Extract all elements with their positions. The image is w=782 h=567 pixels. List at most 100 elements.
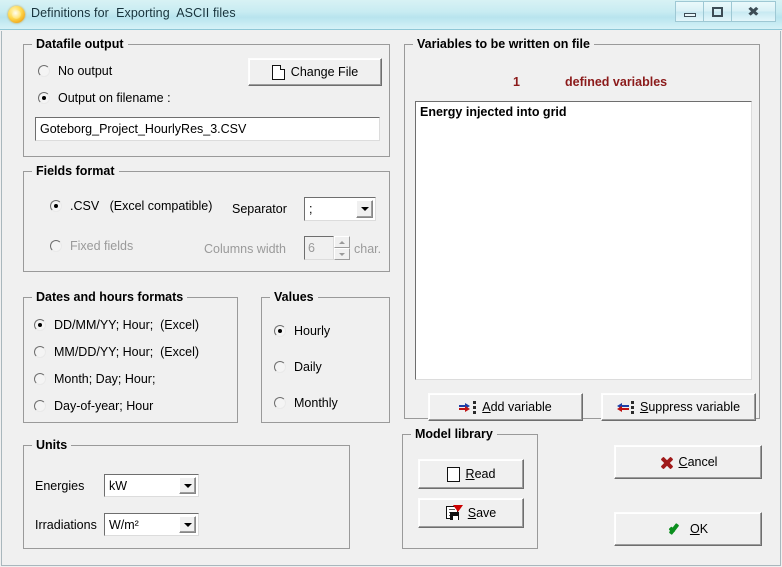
- read-rest: ead: [474, 467, 496, 481]
- list-item[interactable]: Energy injected into grid: [416, 102, 751, 119]
- radio-month-day-hour-label: Month; Day; Hour;: [54, 372, 156, 386]
- radio-hourly[interactable]: Hourly: [274, 324, 330, 338]
- radio-hourly-indicator: [274, 325, 286, 337]
- add-variable-accel: A: [482, 400, 491, 414]
- radio-ddmmyy-label: DD/MM/YY; Hour; (Excel): [54, 318, 200, 332]
- irradiations-label: Irradiations: [35, 518, 97, 532]
- fields-format-legend: Fields format: [32, 164, 119, 178]
- radio-mmddyy[interactable]: MM/DD/YY; Hour; (Excel): [34, 345, 199, 359]
- model-library-legend: Model library: [411, 427, 497, 441]
- radio-mmddyy-label: MM/DD/YY; Hour; (Excel): [54, 345, 200, 359]
- radio-daily[interactable]: Daily: [274, 360, 322, 374]
- checkmark-icon: [668, 522, 684, 536]
- dialog-window: Definitions for Exporting ASCII files ✖ …: [0, 0, 782, 567]
- radio-month-day-hour-indicator: [34, 373, 46, 385]
- radio-csv-indicator: [50, 200, 62, 212]
- energies-label: Energies: [35, 479, 85, 493]
- stepper-down-icon[interactable]: [334, 248, 350, 260]
- radio-fixed-fields[interactable]: Fixed fields: [50, 239, 133, 253]
- ok-button-label: OK: [690, 522, 708, 536]
- radio-daily-indicator: [274, 361, 286, 373]
- suppress-variable-button[interactable]: Suppress variable: [601, 393, 756, 421]
- stepper-up-icon[interactable]: [334, 236, 350, 248]
- separator-value: ;: [309, 202, 313, 216]
- add-variable-button-label: Add variable: [482, 400, 552, 414]
- energies-value: kW: [109, 478, 128, 493]
- chevron-down-icon[interactable]: [179, 477, 196, 494]
- change-file-button-label: Change File: [290, 65, 359, 79]
- read-accel: R: [465, 467, 475, 481]
- values-group: Values Hourly Daily Monthly: [261, 290, 390, 423]
- change-file-button[interactable]: Change File: [248, 58, 382, 88]
- model-library-group: Model library Read Save: [402, 427, 538, 549]
- dates-hours-legend: Dates and hours formats: [32, 290, 188, 304]
- document-save-icon: [445, 504, 463, 521]
- close-icon: ✖: [747, 4, 760, 19]
- units-group: Units Energies kW Irradiations W/m²: [23, 438, 350, 549]
- values-legend: Values: [270, 290, 318, 304]
- save-rest: ave: [476, 506, 497, 520]
- columns-width-value[interactable]: 6: [304, 236, 334, 260]
- close-x-icon: [659, 455, 673, 469]
- fields-format-group: Fields format .CSV (Excel compatible) Se…: [23, 164, 390, 272]
- maximize-icon: [712, 6, 723, 17]
- cancel-accel: C: [678, 455, 688, 469]
- add-arrow-icon: [459, 400, 477, 414]
- ok-button[interactable]: OK: [614, 512, 762, 546]
- radio-output-on-filename[interactable]: Output on filename :: [38, 91, 171, 105]
- columns-width-stepper[interactable]: 6: [304, 236, 351, 260]
- variables-group: Variables to be written on file 1 define…: [404, 37, 760, 421]
- irradiations-value: W/m²: [109, 517, 139, 532]
- variables-legend: Variables to be written on file: [413, 37, 594, 51]
- datafile-output-group: Datafile output No output Output on file…: [23, 37, 390, 157]
- cancel-button[interactable]: Cancel: [614, 445, 762, 479]
- radio-ddmmyy[interactable]: DD/MM/YY; Hour; (Excel): [34, 318, 199, 332]
- read-button[interactable]: Read: [418, 459, 524, 489]
- save-accel: S: [467, 506, 477, 520]
- variables-listbox[interactable]: Energy injected into grid: [415, 101, 752, 380]
- sun-icon: [8, 6, 25, 23]
- radio-monthly[interactable]: Monthly: [274, 396, 338, 410]
- ok-rest: K: [699, 522, 709, 536]
- cancel-button-label: Cancel: [679, 455, 718, 469]
- add-variable-button[interactable]: Add variable: [428, 393, 583, 421]
- irradiations-select[interactable]: W/m²: [104, 513, 199, 536]
- radio-fixed-fields-label: Fixed fields: [70, 239, 134, 253]
- radio-day-of-year[interactable]: Day-of-year; Hour: [34, 399, 153, 413]
- add-variable-rest: dd variable: [490, 400, 552, 414]
- chevron-down-icon[interactable]: [356, 200, 373, 218]
- document-read-icon: [446, 466, 460, 482]
- radio-daily-label: Daily: [294, 360, 322, 374]
- close-button[interactable]: ✖: [731, 1, 776, 22]
- radio-month-day-hour[interactable]: Month; Day; Hour;: [34, 372, 155, 386]
- radio-day-of-year-indicator: [34, 400, 46, 412]
- radio-monthly-indicator: [274, 397, 286, 409]
- save-button-label: Save: [468, 506, 497, 520]
- suppress-variable-rest: uppress variable: [648, 400, 741, 414]
- suppress-variable-button-label: Suppress variable: [640, 400, 740, 414]
- filename-value: Goteborg_Project_HourlyRes_3.CSV: [40, 122, 247, 136]
- window-title: Definitions for Exporting ASCII files: [31, 6, 236, 20]
- save-button[interactable]: Save: [418, 498, 524, 528]
- separator-select[interactable]: ;: [304, 197, 376, 221]
- dates-hours-group: Dates and hours formats DD/MM/YY; Hour; …: [23, 290, 238, 423]
- columns-width-label: Columns width: [204, 242, 286, 256]
- separator-label: Separator: [232, 202, 287, 216]
- read-button-label: Read: [466, 467, 496, 481]
- filename-input[interactable]: Goteborg_Project_HourlyRes_3.CSV: [35, 117, 380, 141]
- title-bar: Definitions for Exporting ASCII files ✖: [0, 0, 782, 30]
- radio-output-on-filename-label: Output on filename :: [58, 91, 171, 105]
- chevron-down-icon[interactable]: [179, 516, 196, 533]
- dialog-client-area: Datafile output No output Output on file…: [1, 31, 781, 566]
- maximize-button[interactable]: [703, 1, 732, 22]
- minimize-button[interactable]: [675, 1, 704, 22]
- radio-output-on-filename-indicator: [38, 92, 50, 104]
- radio-csv[interactable]: .CSV (Excel compatible): [50, 199, 212, 213]
- radio-fixed-fields-indicator: [50, 240, 62, 252]
- radio-mmddyy-indicator: [34, 346, 46, 358]
- energies-select[interactable]: kW: [104, 474, 199, 497]
- radio-no-output-indicator: [38, 65, 50, 77]
- ok-accel: O: [689, 522, 700, 536]
- columns-width-unit: char.: [354, 242, 382, 256]
- radio-no-output[interactable]: No output: [38, 64, 112, 78]
